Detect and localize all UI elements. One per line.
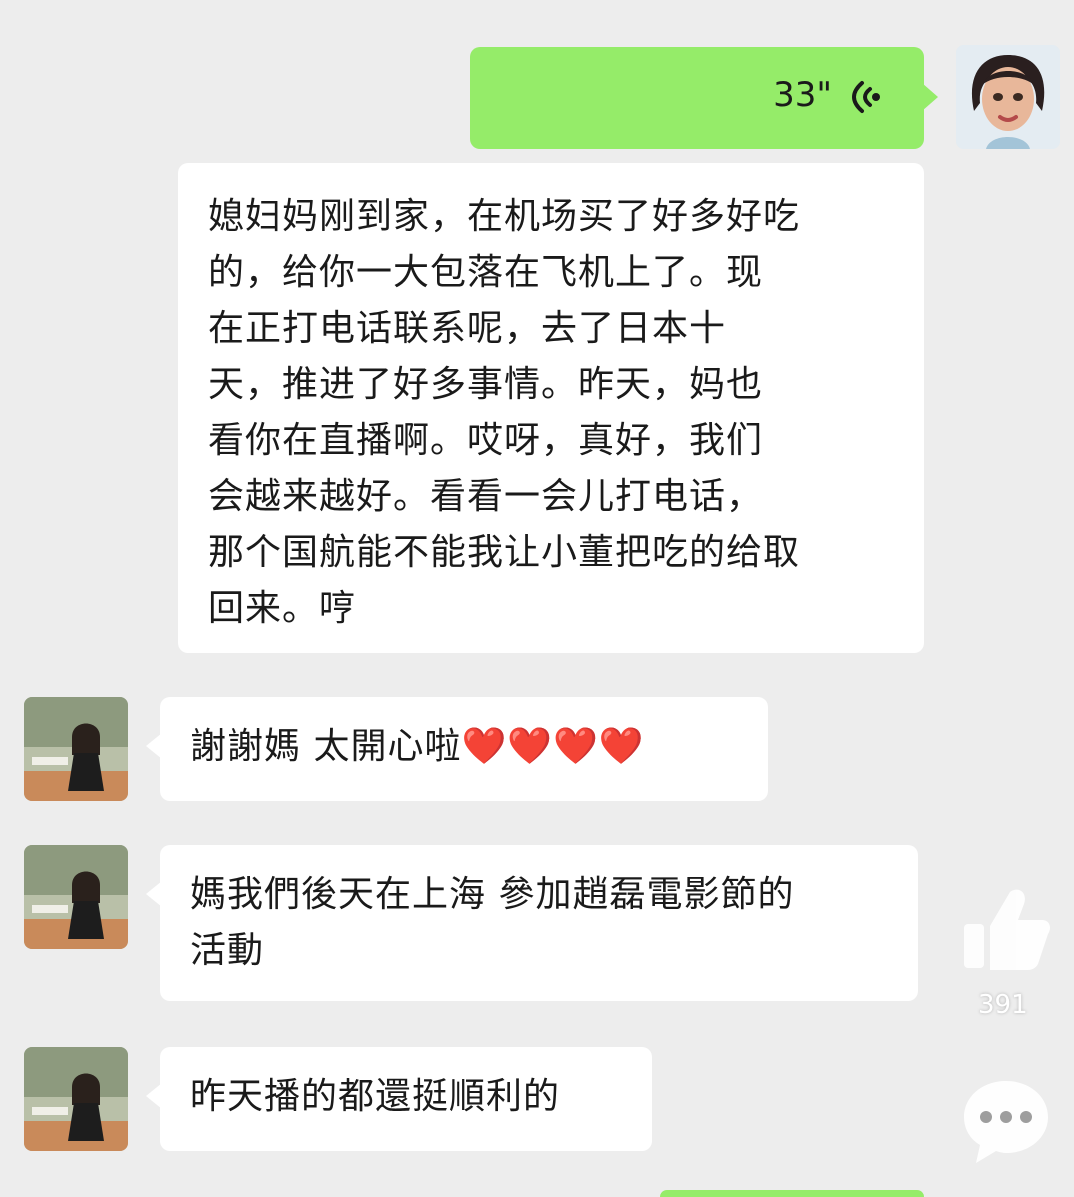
message-bubble[interactable]: 昨天播的都還挺順利的 [146,1047,652,1151]
contact-photo-image [24,1047,128,1151]
message-text: 謝謝媽 太開心啦 [190,726,462,767]
next-message-bubble-partial [660,1190,924,1197]
voice-duration: 33" [773,75,832,115]
like-count: 391 [978,990,1028,1020]
comment-bubble-icon[interactable] [958,1075,1054,1171]
contact-photo-image [24,845,128,949]
heart-emojis: ❤️❤️❤️❤️ [461,726,645,767]
contact-photo-image [24,697,128,801]
voice-message-bubble[interactable]: 33" [470,47,938,149]
contact-avatar[interactable] [24,697,128,801]
message-text: 媽我們後天在上海 參加趙磊電影節的 活動 [190,874,795,971]
contact-avatar[interactable] [24,845,128,949]
message-text: 昨天播的都還挺順利的 [190,1076,561,1117]
self-avatar[interactable] [956,45,1060,149]
voice-wave-icon [852,81,880,113]
thumbs-up-icon[interactable] [958,880,1054,976]
contact-avatar[interactable] [24,1047,128,1151]
message-bubble[interactable]: 媽我們後天在上海 參加趙磊電影節的 活動 [146,845,918,1001]
message-bubble[interactable]: 謝謝媽 太開心啦❤️❤️❤️❤️ [146,697,768,801]
message-text: 媳妇妈刚到家，在机场买了好多好吃 的，给你一大包落在飞机上了。现 在正打电话联系… [208,196,801,629]
voice-transcript-bubble[interactable]: 媳妇妈刚到家，在机场买了好多好吃 的，给你一大包落在飞机上了。现 在正打电话联系… [178,163,924,653]
cartoon-woman-avatar-image [956,45,1060,149]
